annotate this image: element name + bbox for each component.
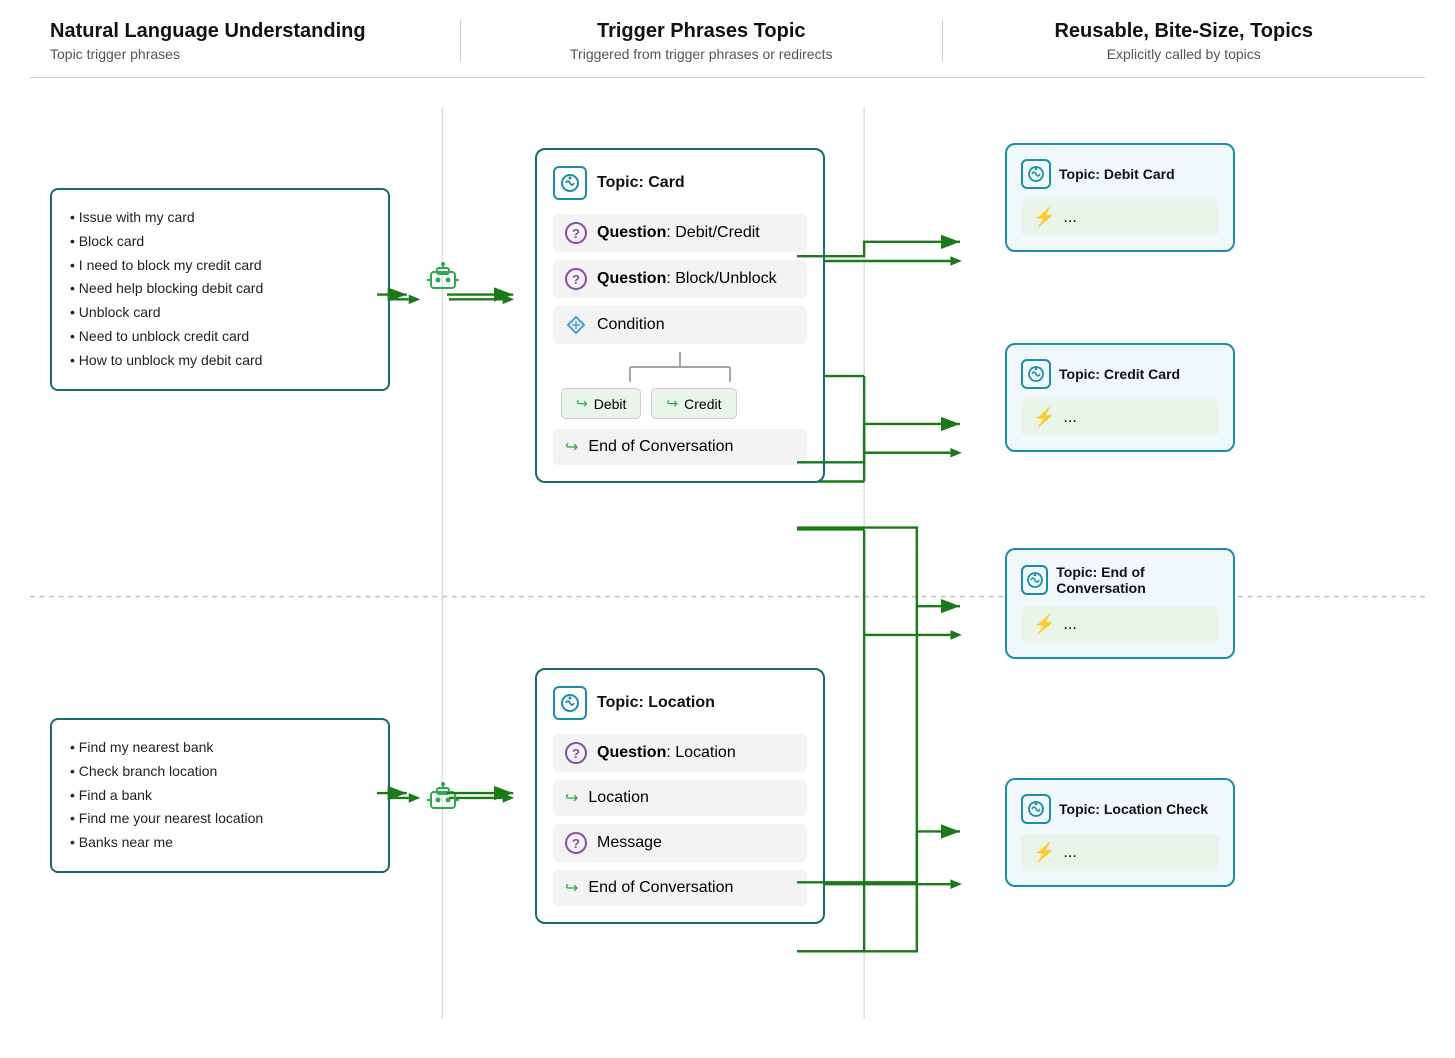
header-title-nlu: Natural Language Understanding bbox=[50, 20, 450, 43]
header-col-reusable: Reusable, Bite-Size, Topics Explicitly c… bbox=[943, 20, 1426, 62]
reusable-credit-title: Topic: Credit Card bbox=[1059, 366, 1180, 382]
message-label: Message bbox=[597, 834, 662, 852]
q-icon-2: ? bbox=[565, 268, 587, 290]
nlu-top-phrase-2: • Block card bbox=[70, 230, 370, 254]
step-question-block-unblock: ? Question: Block/Unblock bbox=[553, 260, 807, 298]
topic-location-box: Topic: Location ? Question: Location ↪ L… bbox=[535, 668, 825, 924]
lightning-icon-eoc: ⚡ bbox=[1033, 614, 1055, 635]
reusable-debit-title: Topic: Debit Card bbox=[1059, 166, 1175, 182]
robot-icon-bottom bbox=[425, 780, 461, 821]
branch-debit: ↪ Debit bbox=[561, 388, 641, 419]
location-redirect-label: Location bbox=[588, 789, 649, 807]
diagram-container: Natural Language Understanding Topic tri… bbox=[0, 0, 1455, 1058]
robot-icon-top bbox=[425, 260, 461, 304]
reusable-loccheck-content: ⚡ ... bbox=[1021, 834, 1219, 871]
header-col-nlu: Natural Language Understanding Topic tri… bbox=[30, 20, 460, 62]
branch-credit: ↪ Credit bbox=[651, 388, 736, 419]
nlu-bottom-phrase-5: • Banks near me bbox=[70, 831, 370, 855]
step-location-redirect: ↪ Location bbox=[553, 780, 807, 816]
topic-location-title: Topic: Location bbox=[597, 694, 715, 712]
redirect-icon-eoc-card: ↪ bbox=[565, 437, 578, 457]
nlu-top-phrase-6: • Need to unblock credit card bbox=[70, 325, 370, 349]
eoc-location-label: End of Conversation bbox=[588, 879, 733, 897]
reusable-debit-content: ⚡ ... bbox=[1021, 199, 1219, 236]
nlu-bottom-phrase-4: • Find me your nearest location bbox=[70, 807, 370, 831]
header-row: Natural Language Understanding Topic tri… bbox=[30, 20, 1425, 78]
reusable-eoc-title: Topic: End of Conversation bbox=[1056, 564, 1219, 596]
reusable-eoc-content: ⚡ ... bbox=[1021, 606, 1219, 643]
step-question-debit-credit-label: Question: Debit/Credit bbox=[597, 224, 760, 242]
header-subtitle-nlu: Topic trigger phrases bbox=[50, 46, 450, 62]
reusable-credit-dots: ... bbox=[1063, 409, 1076, 427]
step-eoc-card: ↪ End of Conversation bbox=[553, 429, 807, 465]
branch-debit-label: Debit bbox=[594, 396, 627, 412]
topic-card-title: Topic: Card bbox=[597, 174, 685, 192]
step-question-location-label: Question: Location bbox=[597, 744, 736, 762]
condition-icon bbox=[565, 314, 587, 336]
reusable-loccheck-icon bbox=[1021, 794, 1051, 824]
nlu-top-phrase-7: • How to unblock my debit card bbox=[70, 349, 370, 373]
reusable-credit-card: Topic: Credit Card ⚡ ... bbox=[1005, 343, 1235, 452]
q-icon-1: ? bbox=[565, 222, 587, 244]
reusable-eoc: Topic: End of Conversation ⚡ ... bbox=[1005, 548, 1235, 659]
nlu-bottom-phrase-2: • Check branch location bbox=[70, 760, 370, 784]
step-condition: Condition bbox=[553, 306, 807, 344]
reusable-eoc-dots: ... bbox=[1063, 616, 1076, 634]
q-icon-message: ? bbox=[565, 832, 587, 854]
redirect-icon-debit: ↪ bbox=[576, 395, 588, 412]
reusable-debit-dots: ... bbox=[1063, 209, 1076, 227]
lightning-icon-credit: ⚡ bbox=[1033, 407, 1055, 428]
topic-card-box: Topic: Card ? Question: Debit/Credit ? Q… bbox=[535, 148, 825, 483]
topic-location-icon bbox=[553, 686, 587, 720]
condition-branches: ↪ Debit ↪ Credit bbox=[553, 388, 807, 419]
reusable-debit-card: Topic: Debit Card ⚡ ... bbox=[1005, 143, 1235, 252]
step-question-debit-credit: ? Question: Debit/Credit bbox=[553, 214, 807, 252]
redirect-icon-location: ↪ bbox=[565, 788, 578, 808]
redirect-icon-credit: ↪ bbox=[666, 395, 678, 412]
reusable-credit-icon bbox=[1021, 359, 1051, 389]
lightning-icon-loccheck: ⚡ bbox=[1033, 842, 1055, 863]
step-eoc-location: ↪ End of Conversation bbox=[553, 870, 807, 906]
header-subtitle-trigger: Triggered from trigger phrases or redire… bbox=[471, 46, 932, 62]
eoc-card-label: End of Conversation bbox=[588, 438, 733, 456]
reusable-credit-content: ⚡ ... bbox=[1021, 399, 1219, 436]
step-question-block-unblock-label: Question: Block/Unblock bbox=[597, 270, 777, 288]
nlu-bottom-phrase-3: • Find a bank bbox=[70, 784, 370, 808]
header-col-trigger: Trigger Phrases Topic Triggered from tri… bbox=[460, 20, 943, 62]
nlu-top-box: • Issue with my card • Block card • I ne… bbox=[50, 188, 390, 391]
step-message: ? Message bbox=[553, 824, 807, 862]
redirect-icon-eoc-location: ↪ bbox=[565, 878, 578, 898]
reusable-loccheck-dots: ... bbox=[1063, 844, 1076, 862]
nlu-top-phrase-4: • Need help blocking debit card bbox=[70, 277, 370, 301]
reusable-eoc-icon bbox=[1021, 565, 1048, 595]
step-question-location: ? Question: Location bbox=[553, 734, 807, 772]
branch-credit-label: Credit bbox=[684, 396, 721, 412]
nlu-top-phrase-5: • Unblock card bbox=[70, 301, 370, 325]
reusable-debit-icon bbox=[1021, 159, 1051, 189]
nlu-bottom-phrase-1: • Find my nearest bank bbox=[70, 736, 370, 760]
reusable-loccheck-title: Topic: Location Check bbox=[1059, 801, 1208, 817]
reusable-location-check: Topic: Location Check ⚡ ... bbox=[1005, 778, 1235, 887]
topic-card-icon bbox=[553, 166, 587, 200]
q-icon-location: ? bbox=[565, 742, 587, 764]
header-title-reusable: Reusable, Bite-Size, Topics bbox=[953, 20, 1416, 43]
nlu-top-phrase-1: • Issue with my card bbox=[70, 206, 370, 230]
condition-label: Condition bbox=[597, 316, 665, 334]
header-title-trigger: Trigger Phrases Topic bbox=[471, 20, 932, 43]
nlu-top-phrase-3: • I need to block my credit card bbox=[70, 254, 370, 278]
lightning-icon-debit: ⚡ bbox=[1033, 207, 1055, 228]
header-subtitle-reusable: Explicitly called by topics bbox=[953, 46, 1416, 62]
nlu-bottom-box: • Find my nearest bank • Check branch lo… bbox=[50, 718, 390, 873]
